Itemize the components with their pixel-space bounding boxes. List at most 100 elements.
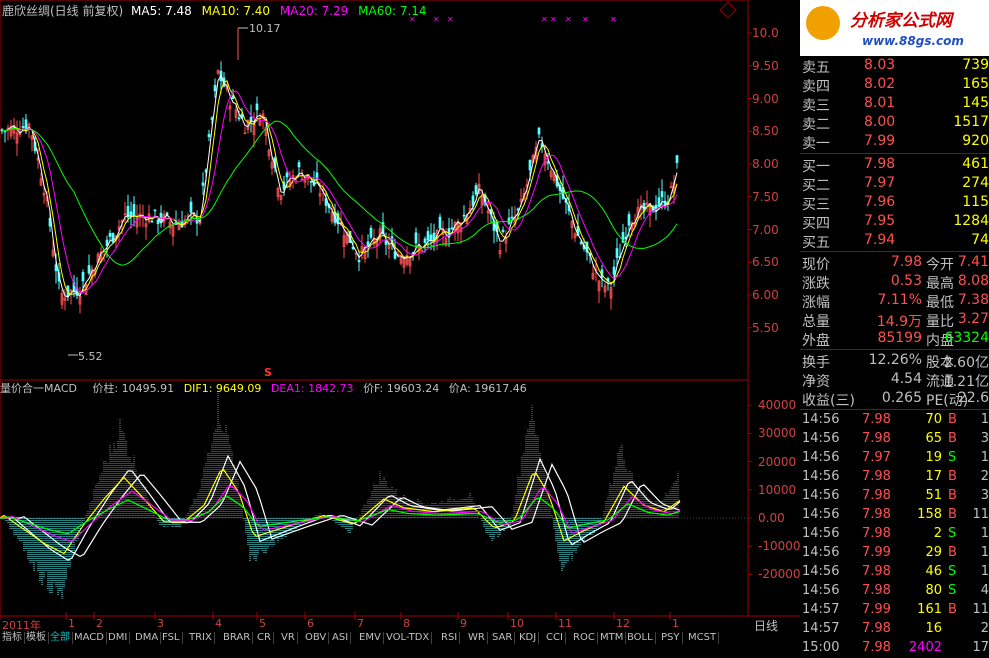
- tick-row[interactable]: 14:56 7.98 2 S 1: [800, 525, 989, 544]
- tick-count: 1: [980, 412, 989, 427]
- ma20-line: [1, 90, 678, 294]
- tick-row[interactable]: 14:56 7.97 19 S 1: [800, 449, 989, 468]
- tick-count: 1: [980, 545, 989, 560]
- tab-21[interactable]: MTM: [598, 632, 627, 644]
- buy-row[interactable]: 买一 7.98 461: [800, 155, 989, 175]
- candle-body: [153, 209, 157, 212]
- ma20-label: MA20: 7.29: [279, 4, 349, 18]
- tab-3[interactable]: MACD: [72, 632, 107, 644]
- tick-row[interactable]: 14:57 7.99 161 B 11: [800, 601, 989, 620]
- tab-17[interactable]: SAR: [490, 632, 516, 644]
- quote-row: 涨跌 0.53 最高 8.08: [800, 272, 989, 292]
- x-tick-label: 2011年: [2, 619, 41, 632]
- period-label[interactable]: 日线: [754, 617, 778, 634]
- tab-16[interactable]: WR: [466, 632, 488, 644]
- signal-marker: ✕: [610, 15, 617, 24]
- quote-value: 7.41: [957, 254, 989, 270]
- tab-13[interactable]: EMV: [357, 632, 384, 644]
- buy-price: 7.95: [864, 213, 896, 229]
- tab-20[interactable]: ROC: [571, 632, 598, 644]
- tick-row[interactable]: 14:56 7.98 158 B 11: [800, 506, 989, 525]
- signal-marker: ✕: [433, 15, 440, 24]
- buy-price: 7.94: [864, 232, 896, 248]
- x-tick-label: 1: [68, 617, 75, 630]
- buy-row[interactable]: 买四 7.95 1284: [800, 212, 989, 232]
- tick-row[interactable]: 15:00 7.98 2402 17: [800, 639, 989, 658]
- tick-row[interactable]: 14:56 7.98 17 B 2: [800, 468, 989, 487]
- tab-6[interactable]: FSL: [160, 632, 183, 644]
- indicator-tick-label: 10000: [758, 482, 797, 497]
- tab-10[interactable]: VR: [279, 632, 298, 644]
- fundamental-value: 22.6: [957, 390, 989, 406]
- tab-12[interactable]: ASI: [330, 632, 352, 644]
- candle-body: [501, 229, 505, 233]
- tab-4[interactable]: DMI: [106, 632, 131, 644]
- quote-label: 最低: [926, 295, 954, 311]
- sell-volume: 739: [962, 57, 989, 73]
- tick-row[interactable]: 14:56 7.98 80 S 4: [800, 582, 989, 601]
- sell-price: 8.01: [864, 95, 896, 111]
- buy-row[interactable]: 买二 7.97 274: [800, 174, 989, 194]
- sell-row[interactable]: 卖二 8.00 1517: [800, 113, 989, 133]
- sell-volume: 1517: [953, 114, 989, 130]
- tab-14[interactable]: VOL-TDX: [384, 632, 433, 644]
- tab-15[interactable]: RSI: [439, 632, 461, 644]
- quote-value: 7.38: [957, 292, 989, 308]
- tick-volume: 161: [917, 602, 942, 617]
- candle-body: [309, 180, 313, 183]
- x-tick-label: 2: [96, 617, 103, 630]
- buy-level-label: 买三: [802, 197, 830, 213]
- buy-volume: 74: [971, 232, 989, 248]
- ma5-label: MA5: 7.48: [131, 4, 192, 18]
- candle-body: [207, 133, 211, 138]
- x-tick-label: 9: [460, 617, 467, 630]
- sell-row[interactable]: 卖四 8.02 165: [800, 75, 989, 95]
- tick-volume: 19: [925, 450, 942, 465]
- tick-side: S: [948, 526, 957, 541]
- dea-label: DEA1: 1842.73: [270, 382, 354, 395]
- fundamental-value: 1.21亿: [943, 374, 989, 390]
- sell-row[interactable]: 卖五 8.03 739: [800, 56, 989, 76]
- tick-row[interactable]: 14:57 7.98 16 2: [800, 620, 989, 639]
- tick-count: 1: [980, 450, 989, 465]
- tick-row[interactable]: 14:56 7.98 70 B 1: [800, 411, 989, 430]
- quote-label: 外盘: [802, 333, 830, 349]
- price-tick-label: 9.00: [752, 91, 779, 106]
- tab-5[interactable]: DMA: [133, 632, 162, 644]
- price-tick-label: 6.00: [752, 288, 779, 302]
- dif-label: DIF1: 9649.09: [183, 382, 262, 395]
- buy-row[interactable]: 买五 7.94 74: [800, 231, 989, 251]
- sell-row[interactable]: 卖一 7.99 920: [800, 132, 989, 152]
- tab-1[interactable]: 模板: [24, 632, 49, 644]
- candle-body: [438, 216, 442, 229]
- price-series: [0, 27, 679, 356]
- tick-row[interactable]: 14:56 7.98 46 S 1: [800, 563, 989, 582]
- tab-24[interactable]: MCST: [686, 632, 720, 644]
- chart-canvas[interactable]: ✕ ✕ ✕ ✕ ✕ ✕ ✕ ✕: [0, 0, 800, 644]
- tab-7[interactable]: TRIX: [187, 632, 215, 644]
- price-tick-label: 7.00: [752, 222, 779, 237]
- tab-22[interactable]: BOLL: [625, 632, 656, 644]
- tick-time: 15:00: [802, 640, 840, 655]
- tick-row[interactable]: 14:56 7.99 29 B 1: [800, 544, 989, 563]
- tick-volume: 29: [925, 545, 942, 560]
- quote-value: 63324: [944, 330, 989, 346]
- tick-time: 14:57: [802, 621, 840, 636]
- tab-23[interactable]: PSY: [659, 632, 683, 644]
- order-book-divider: [800, 251, 989, 252]
- tick-side: B: [948, 507, 957, 522]
- tab-2[interactable]: 全部: [48, 632, 73, 644]
- tick-row[interactable]: 14:56 7.98 65 B 3: [800, 430, 989, 449]
- tab-18[interactable]: KDJ: [517, 632, 540, 644]
- tick-row[interactable]: 14:56 7.98 51 B 3: [800, 487, 989, 506]
- tab-9[interactable]: CR: [255, 632, 274, 644]
- tab-19[interactable]: CCI: [544, 632, 566, 644]
- tick-volume: 2402: [908, 640, 942, 655]
- tab-0[interactable]: 指标: [0, 632, 25, 644]
- tab-8[interactable]: BRAR: [221, 632, 254, 644]
- buy-row[interactable]: 买三 7.96 115: [800, 193, 989, 213]
- tab-11[interactable]: OBV: [303, 632, 330, 644]
- sell-row[interactable]: 卖三 8.01 145: [800, 94, 989, 114]
- jiazhu-label: 价柱: 10495.91: [92, 382, 175, 395]
- tick-price: 7.98: [862, 526, 891, 541]
